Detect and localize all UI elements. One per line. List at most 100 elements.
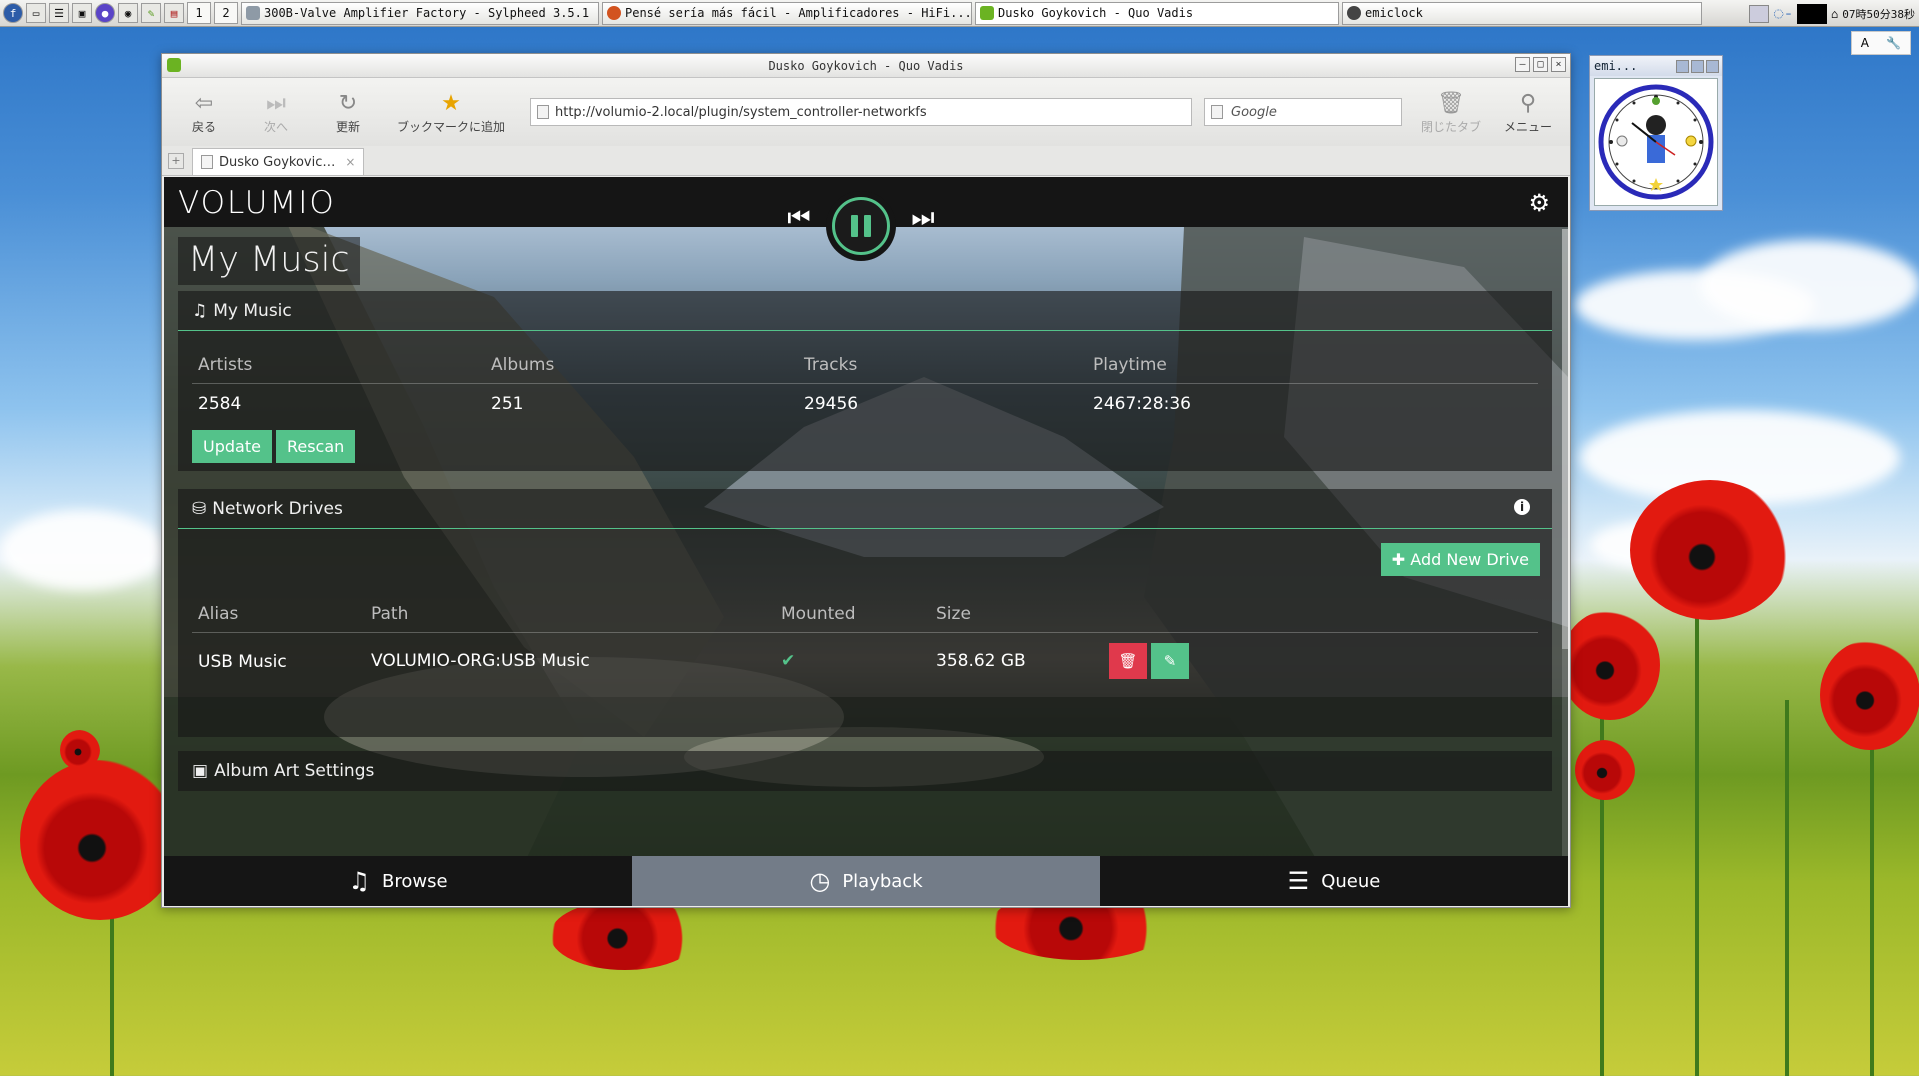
previous-track-icon[interactable]: ⏮	[784, 203, 814, 234]
poppy-flower	[1575, 740, 1635, 800]
panel-header: ⛁ Network Drives i	[178, 489, 1552, 529]
scrollbar[interactable]	[1562, 229, 1568, 859]
menu-icon: ⚲	[1519, 90, 1537, 116]
scrollbar-thumb[interactable]	[1562, 229, 1568, 649]
close-button[interactable]	[1706, 59, 1719, 73]
task-label: 300B-Valve Amplifier Factory - Sylpheed …	[264, 6, 590, 20]
rescan-button[interactable]: Rescan	[275, 430, 356, 463]
input-mode[interactable]: A	[1861, 36, 1869, 50]
image-icon: ▣	[192, 761, 209, 781]
poppy-flower	[60, 730, 100, 770]
workspace-1[interactable]: 1	[187, 2, 211, 24]
input-method-bar: A 🔧	[1851, 31, 1911, 55]
library-stats-table: Artists Albums Tracks Playtime 2584 251 …	[192, 345, 1538, 424]
tab-queue[interactable]: ☰ Queue	[1100, 856, 1568, 906]
tab-close-icon[interactable]: ×	[345, 155, 355, 169]
edit-drive-button[interactable]: ✎	[1151, 643, 1189, 679]
window-title: Dusko Goykovich - Quo Vadis	[768, 58, 964, 73]
mounted-check-icon: ✔	[781, 651, 796, 671]
network-drives-panel: ⛁ Network Drives i ✚ Add New Drive Alias…	[178, 489, 1552, 737]
tab-volumio[interactable]: Dusko Goykovic… ×	[192, 148, 365, 175]
emiclock-titlebar: emi...	[1590, 56, 1722, 76]
task-hifi[interactable]: Pensé sería más fácil - Amplificadores -…	[602, 1, 972, 25]
tab-bar: + Dusko Goykovic… ×	[162, 146, 1570, 176]
close-button[interactable]: ×	[1551, 57, 1566, 72]
wrench-icon[interactable]: 🔧	[1886, 36, 1901, 50]
midori-icon	[167, 58, 181, 72]
drive-alias: USB Music	[198, 652, 287, 672]
add-new-drive-button[interactable]: ✚ Add New Drive	[1380, 543, 1540, 576]
reload-button[interactable]: ↻ 更新	[314, 84, 382, 140]
new-tab-icon[interactable]: +	[168, 153, 184, 169]
page-title: My Music	[178, 237, 360, 285]
table-row: USB Music VOLUMIO-ORG:USB Music ✔ 358.62…	[192, 633, 1538, 690]
chrome-launcher-icon[interactable]: ◉	[118, 3, 138, 23]
black-box-icon[interactable]	[1797, 3, 1828, 24]
tab-queue-label: Queue	[1321, 870, 1381, 892]
poppy-flower	[1630, 480, 1790, 620]
music-note-icon: ♫	[192, 300, 208, 321]
col-tracks: Tracks	[798, 345, 1087, 384]
search-input[interactable]: Google	[1204, 98, 1402, 126]
delete-drive-button[interactable]: 🗑	[1109, 643, 1147, 679]
back-button[interactable]: ⇦ 戻る	[170, 84, 238, 140]
volumio-logo[interactable]: VOLUMIO	[178, 185, 336, 221]
poppy-stem	[1870, 700, 1874, 1076]
list-icon: ☰	[1287, 867, 1310, 895]
window-list-icon[interactable]: ☰	[49, 3, 69, 23]
tab-playback[interactable]: ◷ Playback	[632, 856, 1100, 906]
fedora-menu-icon[interactable]: f	[3, 3, 23, 23]
poppy-flower	[1560, 610, 1660, 720]
desktop-icon[interactable]: ▭	[26, 3, 46, 23]
maximize-button[interactable]: □	[1533, 57, 1548, 72]
emiclock-window: emi...	[1589, 55, 1723, 211]
task-volumio[interactable]: Dusko Goykovich - Quo Vadis	[975, 1, 1339, 25]
terminal-icon[interactable]: ▣	[72, 3, 92, 23]
info-icon[interactable]: i	[1514, 499, 1530, 515]
menu-label: メニュー	[1503, 119, 1552, 134]
clock-face	[1594, 78, 1718, 206]
minimize-button[interactable]: –	[1515, 57, 1530, 72]
lock-icon: ⌂	[1831, 6, 1839, 21]
playtime-value: 2467:28:36	[1093, 394, 1191, 414]
sylpheed-launcher-icon[interactable]: ✎	[141, 3, 161, 23]
closed-tabs-button[interactable]: 🗑 閉じたタブ	[1412, 84, 1490, 140]
clock-icon: ◷	[809, 867, 831, 895]
firefox-icon	[607, 6, 621, 20]
next-track-icon[interactable]: ⏭	[908, 203, 938, 234]
forward-arrow-icon: ⏭	[266, 90, 286, 116]
menu-button[interactable]: ⚲ メニュー	[1494, 84, 1562, 140]
url-bar[interactable]: http://volumio-2.local/plugin/system_con…	[530, 98, 1192, 126]
my-music-panel: ♫ My Music Artists Albums Tracks Playtim…	[178, 291, 1552, 471]
bookmark-button[interactable]: ★ ブックマークに追加	[386, 84, 516, 140]
network-icon[interactable]	[1749, 4, 1770, 23]
tab-playback-label: Playback	[842, 870, 923, 892]
browser-window: Dusko Goykovich - Quo Vadis – □ × ⇦ 戻る ⏭…	[161, 53, 1571, 908]
task-sylpheed[interactable]: 300B-Valve Amplifier Factory - Sylpheed …	[241, 1, 599, 25]
midori-icon	[980, 6, 994, 20]
col-size: Size	[930, 594, 1103, 633]
poppy-stem	[1695, 560, 1699, 1076]
workspace-2[interactable]: 2	[214, 2, 238, 24]
col-albums: Albums	[485, 345, 798, 384]
document-launcher-icon[interactable]: ▤	[164, 3, 184, 23]
task-emiclock[interactable]: emiclock	[1342, 1, 1702, 25]
poppy-flower	[1820, 640, 1919, 750]
swirl-icon[interactable]: ꩽ	[1773, 0, 1793, 27]
minimize-button[interactable]	[1676, 59, 1689, 73]
url-text: http://volumio-2.local/plugin/system_con…	[555, 104, 927, 120]
update-button[interactable]: Update	[192, 430, 272, 463]
maximize-button[interactable]	[1691, 59, 1704, 73]
forward-button[interactable]: ⏭ 次へ	[242, 84, 310, 140]
window-titlebar[interactable]: Dusko Goykovich - Quo Vadis – □ ×	[162, 54, 1570, 78]
clock-text[interactable]: 07時50分38秒	[1842, 6, 1915, 22]
reload-label: 更新	[335, 119, 360, 134]
drive-path: VOLUMIO-ORG:USB Music	[371, 651, 590, 671]
task-label: Pensé sería más fácil - Amplificadores -…	[625, 6, 972, 20]
tab-browse[interactable]: ♫ Browse	[164, 856, 632, 906]
browser-launcher-icon[interactable]: ●	[95, 3, 115, 23]
music-note-icon: ♫	[348, 867, 370, 895]
settings-gear-icon[interactable]: ⚙	[1528, 189, 1550, 217]
system-tray: ꩽ ⌂ 07時50分38秒	[1749, 0, 1919, 27]
mail-icon	[246, 6, 260, 20]
